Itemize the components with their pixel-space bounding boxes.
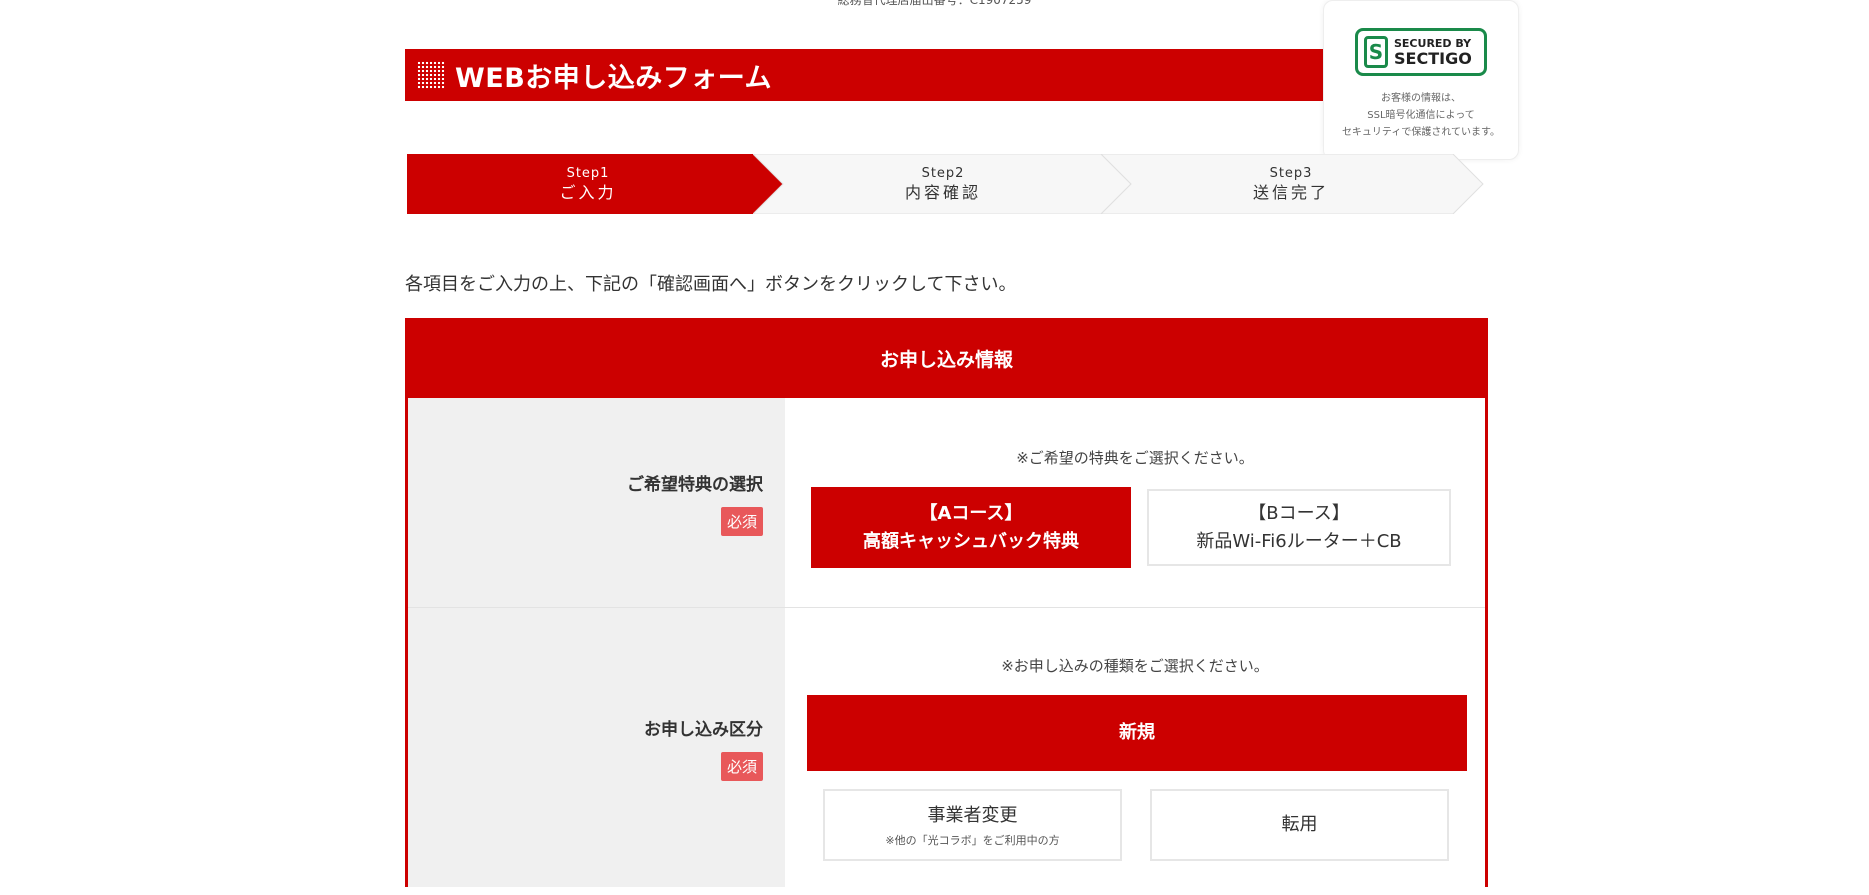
row-label-cell: ご希望特典の選択 必須 [408, 398, 785, 607]
form-row-benefit: ご希望特典の選択 必須 ※ご希望の特典をご選択ください。 【Aコース】 高額キャ… [408, 398, 1485, 608]
ssl-text-line: セキュリティで保護されています。 [1341, 127, 1501, 138]
step-3: Step3 送信完了 [1101, 154, 1485, 214]
agency-registration-number: 総務省代理店届出番号：C1907259 [837, 0, 1032, 7]
row-label-cell: お申し込み区分 必須 [408, 608, 785, 887]
new-application-option[interactable]: 新規 [807, 695, 1467, 771]
benefit-label: ご希望特典の選択 [627, 474, 763, 495]
required-badge: 必須 [720, 751, 763, 781]
sectigo-logo: S SECURED BY SECTIGO [1355, 28, 1487, 76]
new-application-label: 新規 [1119, 722, 1155, 743]
ssl-security-badge[interactable]: S SECURED BY SECTIGO お客様の情報は、 SSL暗号化通信によ… [1323, 0, 1519, 160]
course-a-option[interactable]: 【Aコース】 高額キャッシュバック特典 [811, 487, 1131, 568]
progress-steps: Step1 ご入力 Step2 内容確認 Step3 送信完了 [405, 154, 1485, 214]
sectigo-wordmark: SECTIGO [1394, 48, 1472, 68]
dot-grid-icon [417, 61, 445, 89]
sectigo-shield-icon: S [1364, 36, 1388, 68]
application-type-options: ※お申し込みの種類をご選択ください。 新規 事業者変更 ※他の「光コラボ」をご利… [785, 608, 1485, 887]
course-b-option[interactable]: 【Bコース】 新品Wi-Fi6ルーター＋CB [1147, 489, 1451, 566]
step-1: Step1 ご入力 [405, 154, 785, 214]
conversion-option[interactable]: 転用 [1150, 789, 1449, 861]
course-a-title: 【Aコース】 [919, 502, 1023, 524]
conversion-label: 転用 [1281, 814, 1318, 835]
step-2: Step2 内容確認 [753, 154, 1133, 214]
step-1-number: Step1 [566, 166, 610, 181]
benefit-note: ※ご希望の特典をご選択ください。 [1016, 449, 1254, 467]
course-b-desc: 新品Wi-Fi6ルーター＋CB [1196, 530, 1402, 552]
form-section-title: お申し込み情報 [405, 318, 1488, 398]
required-badge: 必須 [720, 506, 763, 536]
course-a-desc: 高額キャッシュバック特典 [863, 530, 1079, 552]
step-2-number: Step2 [921, 166, 965, 181]
sectigo-secured-by: SECURED BY [1394, 36, 1472, 50]
application-form: お申し込み情報 ご希望特典の選択 必須 ※ご希望の特典をご選択ください。 【Aコ… [405, 318, 1488, 887]
ssl-text-line: お客様の情報は、 [1381, 93, 1461, 104]
ssl-text-line: SSL暗号化通信によって [1367, 110, 1475, 121]
carrier-change-option[interactable]: 事業者変更 ※他の「光コラボ」をご利用中の方 [823, 789, 1122, 861]
page: 総務省代理店届出番号：C1907259 WEBお申し込みフォーム S SECUR… [0, 0, 1869, 895]
course-b-title: 【Bコース】 [1248, 502, 1350, 524]
form-row-application-type: お申し込み区分 必須 ※お申し込みの種類をご選択ください。 新規 事業者変更 ※… [408, 608, 1485, 887]
page-title: WEBお申し込みフォーム [455, 62, 772, 94]
step-3-number: Step3 [1269, 166, 1313, 181]
step-1-name: ご入力 [559, 183, 617, 202]
benefit-options: ※ご希望の特典をご選択ください。 【Aコース】 高額キャッシュバック特典 【Bコ… [785, 398, 1485, 607]
application-type-note: ※お申し込みの種類をご選択ください。 [1001, 657, 1269, 675]
step-2-name: 内容確認 [904, 183, 981, 202]
step-3-name: 送信完了 [1252, 183, 1329, 202]
form-instruction: 各項目をご入力の上、下記の「確認画面へ」ボタンをクリックして下さい。 [405, 274, 1017, 295]
application-type-label: お申し込み区分 [644, 719, 763, 740]
carrier-change-label: 事業者変更 [927, 805, 1018, 826]
carrier-change-sub: ※他の「光コラボ」をご利用中の方 [885, 834, 1060, 847]
